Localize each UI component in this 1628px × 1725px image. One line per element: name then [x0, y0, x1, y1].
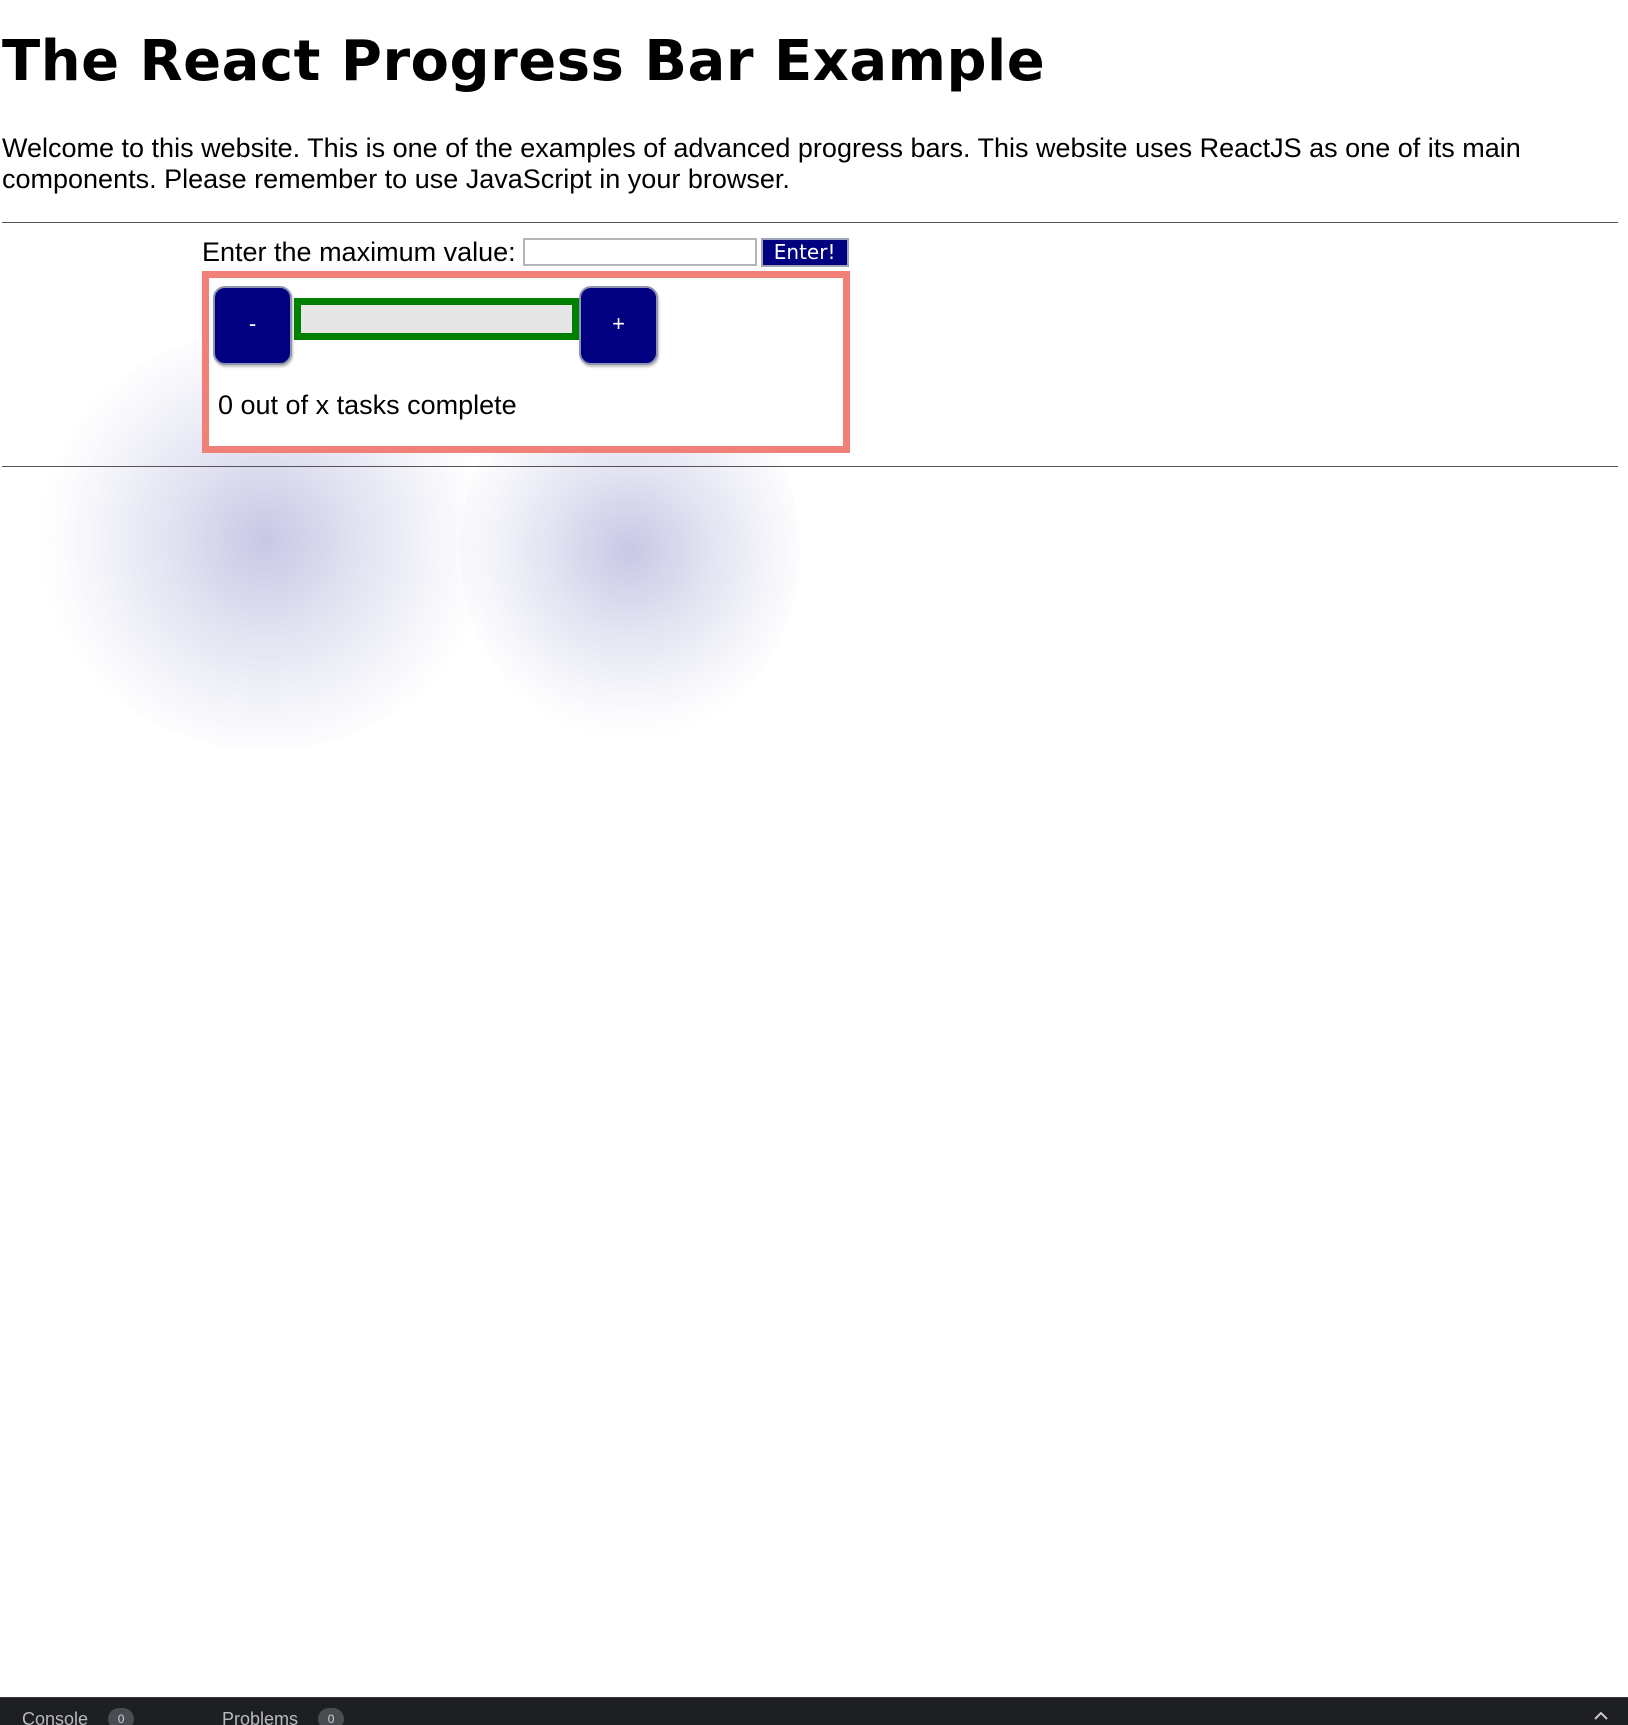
increment-button[interactable]: +	[579, 286, 658, 365]
tab-console-label: Console	[22, 1708, 89, 1725]
decrement-button[interactable]: -	[213, 286, 292, 365]
progress-card: - + 0 out of x tasks complete	[202, 271, 850, 453]
intro-paragraph: Welcome to this website. This is one of …	[2, 133, 1521, 194]
divider	[2, 222, 1618, 223]
max-value-form: Enter the maximum value: Enter!	[202, 236, 849, 268]
divider	[2, 466, 1618, 467]
enter-button[interactable]: Enter!	[760, 237, 849, 267]
problems-count-badge: 0	[318, 1708, 345, 1725]
tab-console[interactable]: Console 0	[22, 1708, 135, 1725]
devtools-panel-bar: Console 0 Problems 0	[0, 1697, 1628, 1725]
max-value-label: Enter the maximum value:	[202, 237, 516, 267]
tab-problems[interactable]: Problems 0	[222, 1708, 345, 1725]
tab-problems-label: Problems	[222, 1708, 299, 1725]
chevron-up-icon[interactable]	[1592, 1710, 1610, 1722]
max-value-input[interactable]	[522, 238, 757, 266]
progress-bar	[294, 298, 579, 340]
page-title: The React Progress Bar Example	[2, 29, 1046, 94]
progress-status-text: 0 out of x tasks complete	[218, 390, 517, 420]
console-count-badge: 0	[108, 1708, 135, 1725]
